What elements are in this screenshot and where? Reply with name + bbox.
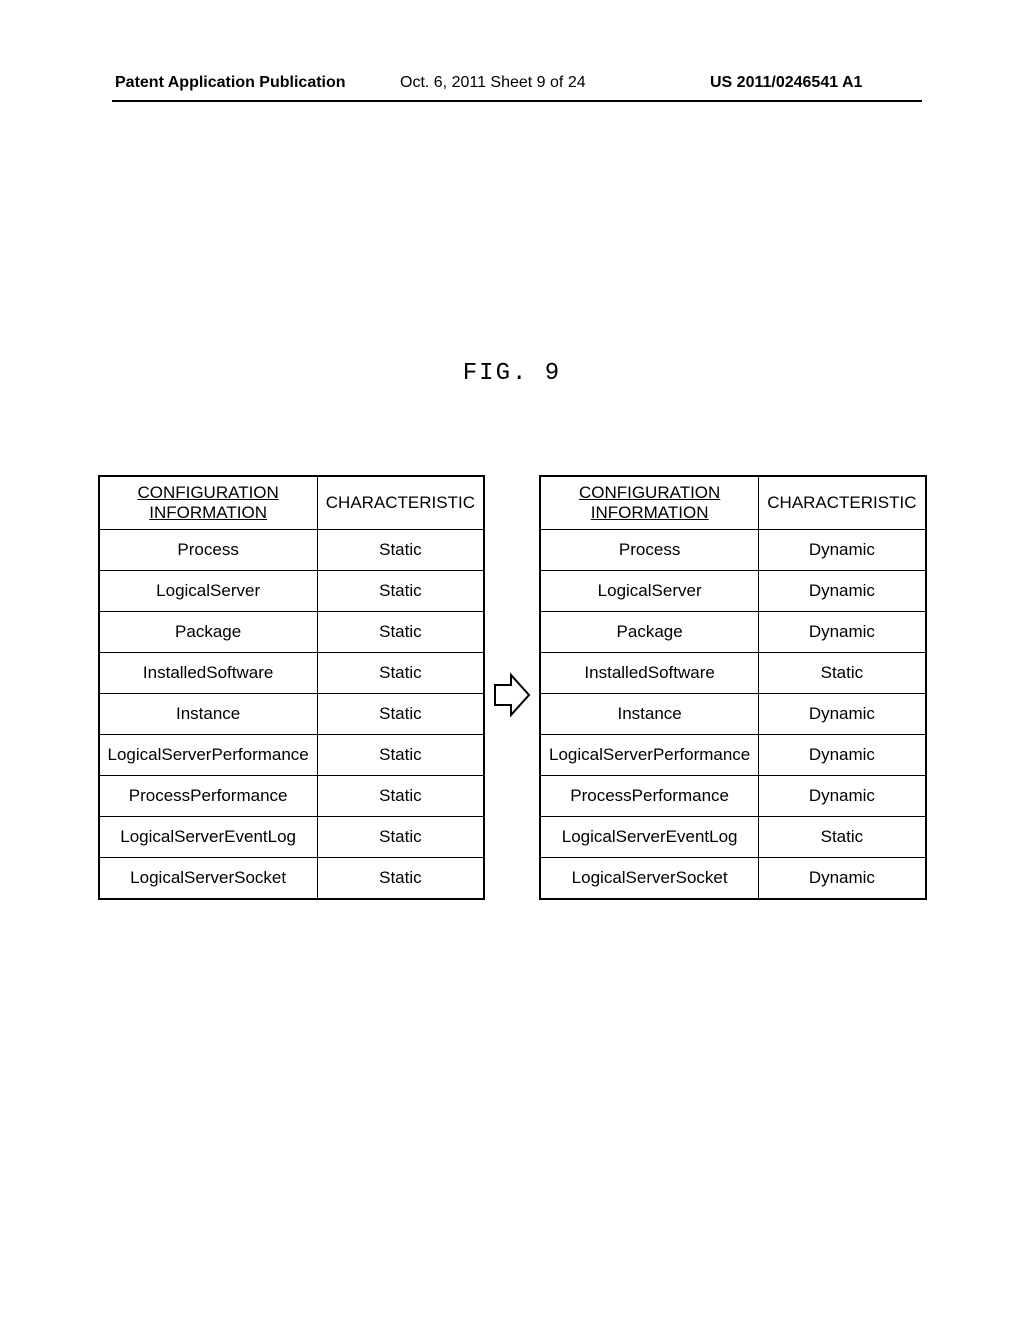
- char-cell: Dynamic: [759, 694, 926, 735]
- table-row: LogicalServerSocketStatic: [99, 858, 485, 900]
- char-cell: Static: [317, 653, 484, 694]
- table-row: ProcessStatic: [99, 530, 485, 571]
- table-row: PackageDynamic: [540, 612, 926, 653]
- char-cell: Static: [317, 571, 484, 612]
- char-cell: Static: [317, 858, 484, 900]
- char-cell: Static: [317, 817, 484, 858]
- char-cell: Dynamic: [759, 612, 926, 653]
- char-cell: Static: [317, 735, 484, 776]
- config-cell: InstalledSoftware: [99, 653, 318, 694]
- config-cell: ProcessPerformance: [540, 776, 759, 817]
- table-row: InstalledSoftwareStatic: [540, 653, 926, 694]
- table-row: ProcessDynamic: [540, 530, 926, 571]
- right-table: CONFIGURATION INFORMATION CHARACTERISTIC…: [539, 475, 927, 900]
- table-row: LogicalServerStatic: [99, 571, 485, 612]
- header-sheet-info: Oct. 6, 2011 Sheet 9 of 24: [400, 74, 586, 92]
- right-table-header-config: CONFIGURATION INFORMATION: [540, 476, 759, 530]
- left-table: CONFIGURATION INFORMATION CHARACTERISTIC…: [98, 475, 486, 900]
- char-cell: Dynamic: [759, 858, 926, 900]
- config-cell: Process: [99, 530, 318, 571]
- char-cell: Dynamic: [759, 776, 926, 817]
- config-cell: LogicalServerSocket: [540, 858, 759, 900]
- char-cell: Static: [317, 530, 484, 571]
- char-cell: Dynamic: [759, 735, 926, 776]
- config-cell: LogicalServerPerformance: [99, 735, 318, 776]
- table-row: LogicalServerEventLogStatic: [99, 817, 485, 858]
- config-cell: InstalledSoftware: [540, 653, 759, 694]
- config-cell: Process: [540, 530, 759, 571]
- config-cell: Package: [540, 612, 759, 653]
- table-row: LogicalServerSocketDynamic: [540, 858, 926, 900]
- char-cell: Static: [317, 776, 484, 817]
- header-patent-number: US 2011/0246541 A1: [710, 74, 862, 92]
- table-row: InstanceStatic: [99, 694, 485, 735]
- left-table-header-char: CHARACTERISTIC: [317, 476, 484, 530]
- config-cell: ProcessPerformance: [99, 776, 318, 817]
- table-row: ProcessPerformanceStatic: [99, 776, 485, 817]
- char-cell: Dynamic: [759, 530, 926, 571]
- config-cell: LogicalServerEventLog: [540, 817, 759, 858]
- table-row: InstalledSoftwareStatic: [99, 653, 485, 694]
- table-row: LogicalServerEventLogStatic: [540, 817, 926, 858]
- config-cell: LogicalServerSocket: [99, 858, 318, 900]
- char-cell: Static: [759, 817, 926, 858]
- table-row: InstanceDynamic: [540, 694, 926, 735]
- config-cell: LogicalServer: [540, 571, 759, 612]
- table-row: LogicalServerPerformanceStatic: [99, 735, 485, 776]
- char-cell: Static: [317, 694, 484, 735]
- table-row: LogicalServerPerformanceDynamic: [540, 735, 926, 776]
- config-cell: LogicalServer: [99, 571, 318, 612]
- left-table-header-config: CONFIGURATION INFORMATION: [99, 476, 318, 530]
- header-divider: [112, 100, 922, 102]
- config-cell: LogicalServerEventLog: [99, 817, 318, 858]
- config-cell: LogicalServerPerformance: [540, 735, 759, 776]
- config-cell: Instance: [99, 694, 318, 735]
- figure-title: FIG. 9: [0, 360, 1024, 387]
- char-cell: Static: [759, 653, 926, 694]
- table-row: PackageStatic: [99, 612, 485, 653]
- char-cell: Dynamic: [759, 571, 926, 612]
- right-table-header-char: CHARACTERISTIC: [759, 476, 926, 530]
- tables-container: CONFIGURATION INFORMATION CHARACTERISTIC…: [0, 475, 1024, 900]
- config-cell: Package: [99, 612, 318, 653]
- table-row: LogicalServerDynamic: [540, 571, 926, 612]
- char-cell: Static: [317, 612, 484, 653]
- transition-arrow-icon: [493, 670, 531, 725]
- config-cell: Instance: [540, 694, 759, 735]
- header-publication: Patent Application Publication: [115, 74, 346, 92]
- table-row: ProcessPerformanceDynamic: [540, 776, 926, 817]
